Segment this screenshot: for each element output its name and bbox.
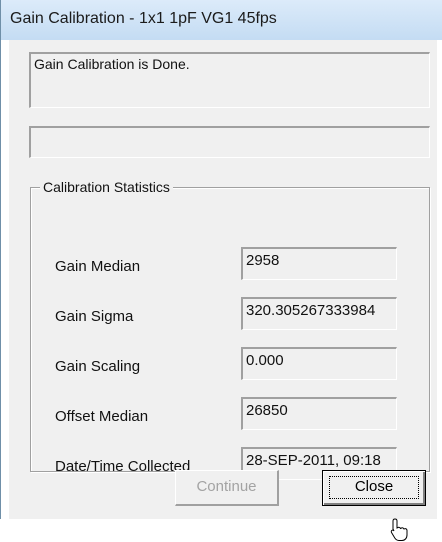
progress-bar — [29, 126, 430, 158]
status-message: Gain Calibration is Done. — [34, 56, 190, 72]
group-label: Calibration Statistics — [40, 179, 173, 195]
title-bar[interactable]: Gain Calibration - 1x1 1pF VG1 45fps — [1, 0, 442, 40]
close-button[interactable]: Close — [322, 470, 426, 506]
dialog-body: Gain Calibration is Done. Calibration St… — [9, 40, 437, 541]
continue-button[interactable]: Continue — [175, 470, 279, 506]
gain-scaling-label: Gain Scaling — [55, 358, 141, 375]
gain-sigma-label: Gain Sigma — [55, 308, 134, 325]
status-message-box: Gain Calibration is Done. — [29, 52, 430, 108]
gain-calibration-dialog: Gain Calibration - 1x1 1pF VG1 45fps Gai… — [0, 0, 442, 541]
gain-median-field: 2958 — [241, 247, 397, 280]
offset-median-label: Offset Median — [55, 408, 149, 425]
hand-pointer-icon — [390, 518, 408, 541]
window-title: Gain Calibration - 1x1 1pF VG1 45fps — [10, 10, 277, 27]
gain-sigma-field: 320.305267333984 — [241, 297, 397, 330]
offset-median-field: 26850 — [241, 397, 397, 430]
gain-scaling-field: 0.000 — [241, 347, 397, 380]
gain-median-label: Gain Median — [55, 258, 141, 275]
continue-button-label: Continue — [196, 478, 257, 495]
date-time-collected-label: Date/Time Collected — [55, 458, 191, 475]
calibration-statistics-group: Calibration Statistics Gain Median 2958 … — [30, 179, 430, 480]
close-button-label: Close — [354, 478, 394, 495]
